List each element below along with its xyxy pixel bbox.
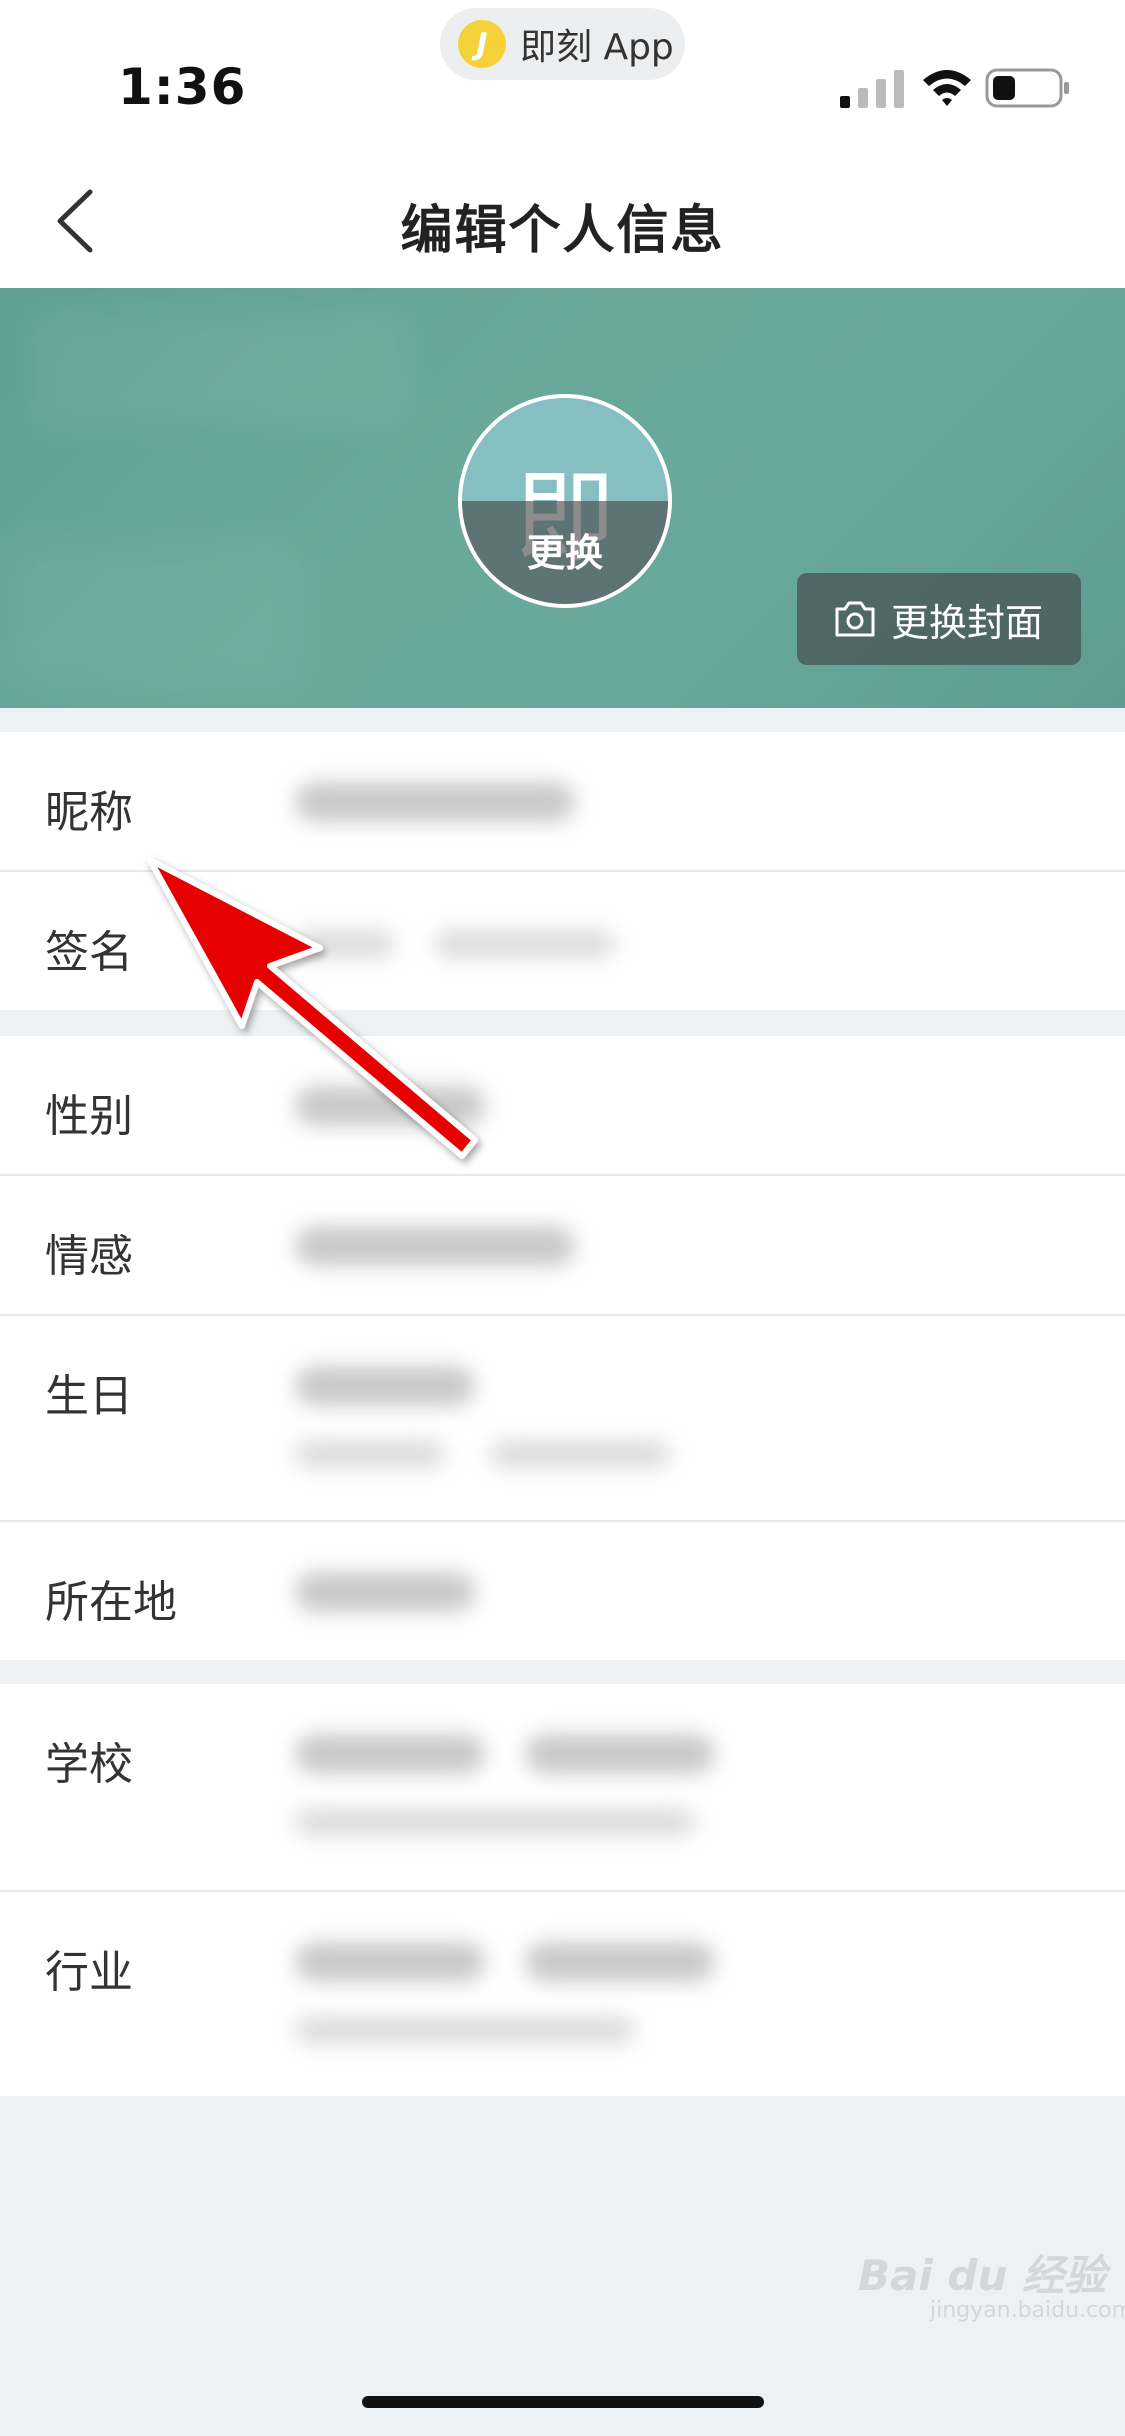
nickname-label: 昵称 [45,787,133,838]
app-name: 即刻 App [520,27,674,68]
school-row[interactable]: 学校 [0,1684,1125,1892]
status-bar: 1:36 J 即刻 App [0,0,1125,150]
birthday-sub-blurred [295,1440,445,1468]
page-title: 编辑个人信息 [400,201,725,261]
relationship-row[interactable]: 情感 [0,1176,1125,1316]
battery-icon [985,68,1069,108]
school-value-blurred [295,1734,485,1774]
school-value-blurred [525,1734,715,1774]
cover-texture [30,308,410,428]
dynamic-island-app-pill[interactable]: J 即刻 App [440,8,685,80]
navigation-bar: 编辑个人信息 [0,150,1125,288]
change-cover-label: 更换封面 [891,600,1044,645]
cover-texture [0,538,300,688]
school-label: 学校 [45,1739,133,1790]
birthday-sub-blurred [490,1440,670,1468]
relationship-value-blurred [295,1226,575,1266]
signature-label: 签名 [45,927,133,978]
birthday-label: 生日 [45,1371,133,1422]
red-arrow-annotation [147,857,478,1159]
baidu-watermark: Bai du 经验 [858,2251,1106,2300]
camera-icon [835,601,875,637]
profile-cover[interactable]: 即 更换 更换封面 [0,288,1125,708]
change-cover-button[interactable]: 更换封面 [797,573,1081,665]
industry-sub-blurred [295,2016,635,2044]
avatar[interactable]: 即 更换 [458,394,672,608]
industry-row[interactable]: 行业 [0,1892,1125,2096]
baidu-watermark-url: jingyan.baidu.com [930,2298,1125,2323]
industry-value-blurred [525,1942,715,1982]
wifi-icon [923,70,971,106]
app-logo-icon: J [458,20,506,68]
birthday-row[interactable]: 生日 [0,1316,1125,1522]
home-indicator[interactable] [362,2396,764,2408]
signal-icon [840,70,904,108]
status-time: 1:36 [118,58,247,116]
nickname-value-blurred [295,782,575,822]
industry-label: 行业 [45,1947,133,1998]
location-value-blurred [295,1572,475,1612]
career-info-group: 学校 行业 [0,1684,1125,2096]
location-label: 所在地 [45,1577,177,1628]
industry-value-blurred [295,1942,485,1982]
gender-label: 性别 [45,1091,133,1142]
school-sub-blurred [295,1808,695,1836]
avatar-change-label: 更换 [526,531,603,575]
relationship-label: 情感 [45,1231,133,1282]
birthday-value-blurred [295,1366,475,1406]
location-row[interactable]: 所在地 [0,1522,1125,1660]
